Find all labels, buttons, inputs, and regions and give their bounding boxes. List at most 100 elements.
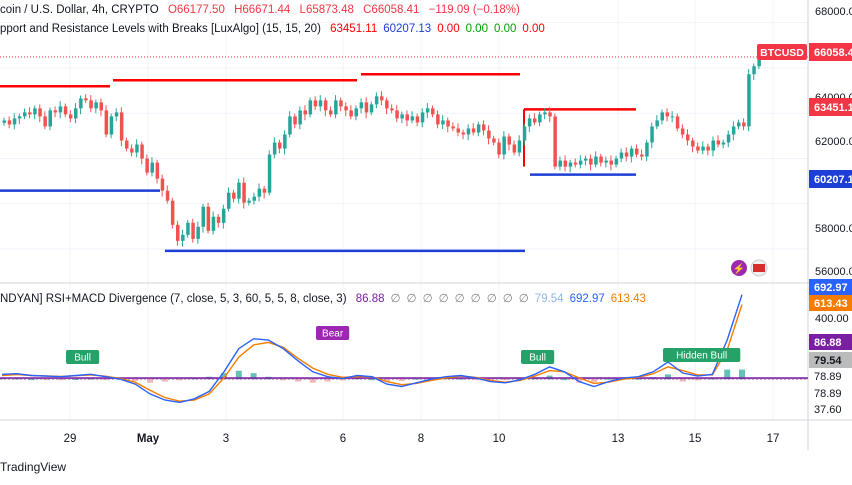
candle (165, 190, 170, 201)
candle (242, 182, 246, 203)
candle (395, 110, 399, 119)
bull-label: Bull (74, 353, 91, 364)
candle (191, 222, 195, 239)
candle (53, 110, 58, 113)
price-badge-value: 60207.13 (814, 174, 852, 186)
candle (599, 156, 603, 163)
candle (374, 96, 379, 105)
ohlc-change: −119.09 (−0.18%) (428, 4, 520, 16)
oscillator-value: ∅ (454, 293, 465, 305)
candle (645, 142, 649, 157)
candle (731, 126, 736, 135)
candle (293, 116, 297, 125)
symbol-title: coin / U.S. Dollar, 4h, CRYPTO (0, 4, 159, 16)
candle (446, 120, 450, 127)
histogram-bar (369, 379, 375, 381)
candle (176, 224, 180, 241)
candle (349, 110, 353, 117)
candle (130, 148, 134, 153)
candle (48, 110, 52, 127)
candle (466, 128, 471, 135)
candle (247, 200, 251, 203)
histogram-bar (295, 379, 301, 382)
candle (624, 152, 629, 157)
time-tick: May (137, 433, 160, 445)
candle (283, 134, 287, 149)
candle (686, 134, 690, 141)
time-tick: 3 (223, 433, 229, 445)
histogram-bar (280, 379, 287, 381)
tradingview-logo[interactable]: TradingView (0, 460, 66, 474)
candle (211, 216, 216, 231)
oscillator-title: NDYAN] RSI+MACD Divergence (7, close, 5,… (0, 293, 347, 305)
candle (706, 146, 710, 151)
candle (487, 130, 491, 139)
candle (68, 114, 73, 119)
histogram-bar (679, 379, 686, 382)
osc-badge-value: 78.89 (814, 371, 842, 383)
candle (476, 124, 481, 133)
candle (38, 108, 42, 117)
osc-tick: 400.00 (815, 313, 849, 325)
chart-canvas[interactable]: BullBearBullHidden Bull 68000.0064000.00… (0, 0, 852, 485)
osc-badge-value: 86.88 (814, 337, 842, 349)
candle (543, 112, 547, 115)
candle (344, 106, 348, 111)
candle (594, 156, 598, 165)
candle (181, 234, 185, 241)
indicator-value: 0.00 (522, 23, 545, 35)
candle (170, 200, 175, 225)
candle (584, 158, 588, 161)
candle (471, 128, 476, 133)
histogram-bar (339, 379, 346, 381)
candle (589, 158, 593, 165)
candle (420, 112, 425, 123)
candle (196, 226, 200, 239)
candle (17, 116, 22, 119)
candle (267, 154, 272, 193)
indicator-values: 63451.11 60207.13 0.00 0.00 0.00 0.00 (330, 23, 551, 35)
candle (313, 100, 318, 107)
candle (232, 192, 236, 199)
candle (43, 116, 47, 127)
candle (548, 112, 552, 117)
candle (696, 146, 700, 151)
histogram-bar (43, 379, 50, 381)
price-badge-value: 66058.41 (814, 47, 852, 59)
osc-badge-value: 78.89 (814, 388, 842, 400)
candle (691, 140, 695, 147)
oscillator-value: ∅ (486, 293, 497, 305)
oscillator-value: 79.54 (534, 293, 564, 305)
candle (237, 182, 241, 199)
candle (339, 100, 343, 107)
histogram-bar (472, 379, 479, 381)
time-tick: 29 (64, 433, 77, 445)
osc-badge-value: 613.43 (814, 298, 848, 310)
indicator-value: 63451.11 (330, 23, 378, 35)
candle (619, 152, 624, 159)
histogram-bar (324, 379, 331, 382)
candle (507, 136, 511, 145)
candle (533, 118, 537, 123)
oscillator-value: ∅ (470, 293, 481, 305)
macd-line (1, 294, 743, 404)
bull-label: Bull (529, 353, 546, 364)
candle (33, 108, 37, 115)
histogram-bar (132, 379, 139, 381)
candle (84, 98, 88, 101)
candle (405, 114, 409, 121)
indicator-title: pport and Resistance Levels with Breaks … (0, 23, 321, 35)
oscillator-value: 692.97 (569, 293, 605, 305)
candle (257, 188, 262, 197)
candle (104, 110, 109, 135)
candle (89, 100, 93, 109)
candle (364, 102, 369, 113)
candle (701, 146, 705, 151)
ohlc-low: L65873.48 (299, 4, 354, 16)
histogram-bar (502, 379, 509, 381)
candle (329, 110, 333, 115)
candle (527, 118, 532, 127)
candle (206, 206, 211, 231)
oscillator-value: ∅ (502, 293, 513, 305)
us-flag-stripes (753, 264, 765, 272)
